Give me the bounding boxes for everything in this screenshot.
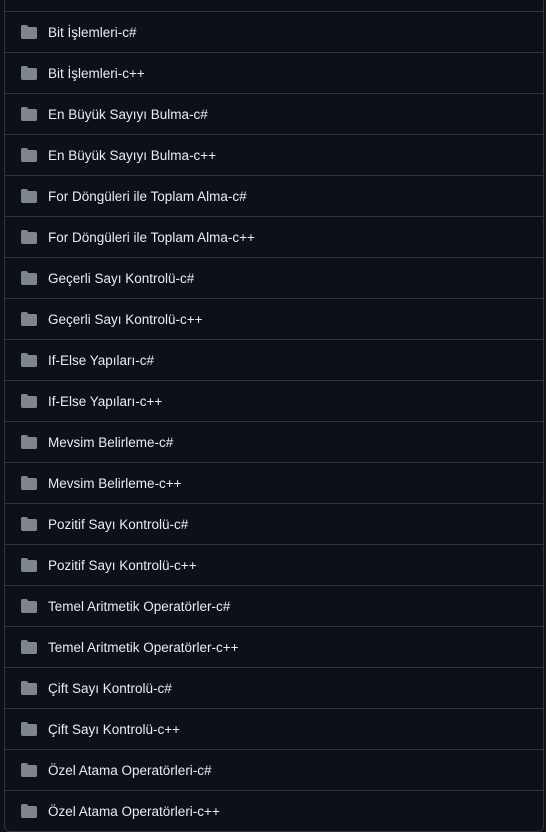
folder-icon (21, 475, 37, 491)
file-list: Bit İşlemleri-c# Bit İşlemleri-c++ En Bü… (4, 0, 544, 832)
folder-name-link[interactable]: If-Else Yapıları-c++ (48, 394, 162, 409)
folder-row[interactable]: For Döngüleri ile Toplam Alma-c# (5, 175, 543, 216)
folder-row[interactable]: If-Else Yapıları-c# (5, 339, 543, 380)
folder-icon (21, 516, 37, 532)
folder-row[interactable]: Özel Atama Operatörleri-c++ (5, 790, 543, 831)
folder-icon (21, 721, 37, 737)
folder-row[interactable]: Geçerli Sayı Kontrolü-c++ (5, 298, 543, 339)
folder-name-link[interactable]: Özel Atama Operatörleri-c# (48, 763, 212, 778)
folder-row[interactable]: Mevsim Belirleme-c++ (5, 462, 543, 503)
folder-row[interactable]: Pozitif Sayı Kontrolü-c# (5, 503, 543, 544)
folder-icon (21, 639, 37, 655)
folder-name-link[interactable]: En Büyük Sayıyı Bulma-c# (48, 107, 208, 122)
folder-name-link[interactable]: En Büyük Sayıyı Bulma-c++ (48, 148, 216, 163)
folder-row[interactable]: Bit İşlemleri-c++ (5, 52, 543, 93)
folder-row[interactable]: Temel Aritmetik Operatörler-c++ (5, 626, 543, 667)
folder-row[interactable]: If-Else Yapıları-c++ (5, 380, 543, 421)
folder-icon (21, 803, 37, 819)
folder-name-link[interactable]: Pozitif Sayı Kontrolü-c++ (48, 558, 197, 573)
folder-icon (21, 598, 37, 614)
folder-row[interactable]: Geçerli Sayı Kontrolü-c# (5, 257, 543, 298)
folder-name-link[interactable]: Temel Aritmetik Operatörler-c# (48, 599, 230, 614)
folder-name-link[interactable]: Geçerli Sayı Kontrolü-c++ (48, 312, 203, 327)
folder-name-link[interactable]: Temel Aritmetik Operatörler-c++ (48, 640, 239, 655)
folder-name-link[interactable]: Bit İşlemleri-c++ (48, 66, 145, 81)
folder-row[interactable]: Çift Sayı Kontrolü-c# (5, 667, 543, 708)
folder-row[interactable]: Mevsim Belirleme-c# (5, 421, 543, 462)
file-list-top-row (5, 0, 543, 11)
folder-icon (21, 106, 37, 122)
folder-name-link[interactable]: Özel Atama Operatörleri-c++ (48, 804, 220, 819)
folder-icon (21, 270, 37, 286)
folder-name-link[interactable]: Mevsim Belirleme-c++ (48, 476, 182, 491)
folder-icon (21, 24, 37, 40)
folder-icon (21, 188, 37, 204)
folder-name-link[interactable]: Çift Sayı Kontrolü-c++ (48, 722, 180, 737)
folder-row[interactable]: Pozitif Sayı Kontrolü-c++ (5, 544, 543, 585)
folder-icon (21, 434, 37, 450)
folder-row[interactable]: En Büyük Sayıyı Bulma-c++ (5, 134, 543, 175)
folder-icon (21, 352, 37, 368)
folder-icon (21, 229, 37, 245)
folder-icon (21, 762, 37, 778)
folder-row[interactable]: For Döngüleri ile Toplam Alma-c++ (5, 216, 543, 257)
folder-row[interactable]: Temel Aritmetik Operatörler-c# (5, 585, 543, 626)
folder-name-link[interactable]: Çift Sayı Kontrolü-c# (48, 681, 172, 696)
folder-name-link[interactable]: Bit İşlemleri-c# (48, 25, 137, 40)
folder-row[interactable]: Çift Sayı Kontrolü-c++ (5, 708, 543, 749)
folder-name-link[interactable]: Geçerli Sayı Kontrolü-c# (48, 271, 194, 286)
folder-row[interactable]: Özel Atama Operatörleri-c# (5, 749, 543, 790)
folder-icon (21, 311, 37, 327)
folder-icon (21, 65, 37, 81)
folder-name-link[interactable]: For Döngüleri ile Toplam Alma-c++ (48, 230, 255, 245)
folder-name-link[interactable]: Pozitif Sayı Kontrolü-c# (48, 517, 188, 532)
folder-icon (21, 393, 37, 409)
folder-name-link[interactable]: Mevsim Belirleme-c# (48, 435, 173, 450)
folder-name-link[interactable]: If-Else Yapıları-c# (48, 353, 154, 368)
folder-icon (21, 557, 37, 573)
folder-name-link[interactable]: For Döngüleri ile Toplam Alma-c# (48, 189, 247, 204)
folder-rows: Bit İşlemleri-c# Bit İşlemleri-c++ En Bü… (5, 11, 543, 831)
folder-row[interactable]: Bit İşlemleri-c# (5, 11, 543, 52)
folder-icon (21, 680, 37, 696)
folder-row[interactable]: En Büyük Sayıyı Bulma-c# (5, 93, 543, 134)
folder-icon (21, 147, 37, 163)
